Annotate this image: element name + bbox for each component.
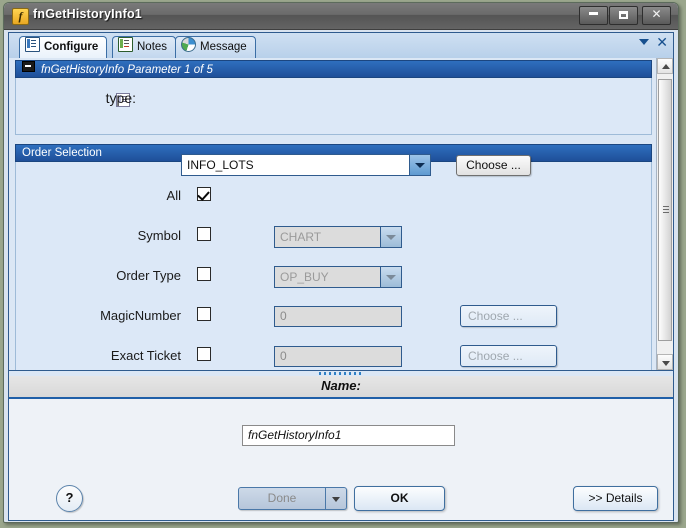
tab-notes[interactable]: Notes [112, 36, 177, 58]
scroll-up-button[interactable] [657, 58, 673, 74]
done-button[interactable]: Done [238, 487, 326, 510]
chevron-down-icon[interactable] [639, 39, 649, 45]
tab-notes-label: Notes [137, 41, 168, 53]
tab-configure-label: Configure [44, 41, 99, 53]
type-combo[interactable]: INFO_LOTS [181, 154, 431, 176]
chevron-down-icon[interactable] [380, 227, 401, 247]
name-input[interactable]: fnGetHistoryInfo1 [242, 425, 455, 446]
symbol-label: Symbol [137, 228, 181, 243]
tab-message[interactable]: Message [175, 36, 256, 58]
exact-ticket-label: Exact Ticket [110, 348, 181, 363]
magicnumber-checkbox[interactable] [197, 307, 211, 321]
parameter-group-title: fnGetHistoryInfo Parameter 1 of 5 [41, 64, 213, 76]
window-title: fnGetHistoryInfo1 [33, 7, 142, 21]
maximize-icon [619, 11, 628, 19]
done-dropdown-button[interactable] [326, 487, 347, 510]
order-type-combo[interactable]: OP_BUY [274, 266, 402, 288]
details-button[interactable]: >> Details [573, 486, 658, 511]
footer-bar: ? Done OK >> Details [9, 476, 673, 520]
close-button[interactable]: ✕ [642, 6, 671, 25]
client-area: Configure Notes Message ✕ fnGetHistoryIn… [8, 32, 674, 521]
all-checkbox[interactable] [197, 187, 211, 201]
scrollbar-thumb[interactable] [658, 79, 672, 341]
pane-content: fnGetHistoryInfo Parameter 1 of 5 type: … [11, 60, 656, 370]
tab-close-icon[interactable]: ✕ [656, 35, 668, 51]
exact-ticket-choose-button[interactable]: Choose ... [460, 345, 557, 367]
type-combo-value: INFO_LOTS [187, 158, 254, 172]
chevron-down-icon[interactable] [409, 155, 430, 175]
name-panel-header: Name: [9, 376, 673, 399]
minimize-button[interactable] [579, 6, 608, 25]
notes-icon [118, 37, 133, 52]
message-globe-icon [181, 37, 196, 52]
splitter-grip-icon [319, 372, 364, 375]
order-selection-body: All Symbol CHART Order Type OP_BUY Magic… [15, 162, 652, 370]
tab-configure[interactable]: Configure [19, 36, 108, 58]
function-f-icon: f [12, 8, 29, 25]
grip-icon [663, 206, 669, 207]
magicnumber-choose-button[interactable]: Choose ... [460, 305, 557, 327]
exact-ticket-checkbox[interactable] [197, 347, 211, 361]
close-icon: ✕ [651, 7, 662, 21]
order-type-combo-value: OP_BUY [280, 270, 329, 284]
parameter-group: fnGetHistoryInfo Parameter 1 of 5 type: [15, 60, 652, 135]
ok-button[interactable]: OK [354, 486, 445, 511]
choose-type-button[interactable]: Choose ... [456, 155, 531, 176]
symbol-combo[interactable]: CHART [274, 226, 402, 248]
scroll-down-button[interactable] [657, 354, 673, 370]
configure-pane: fnGetHistoryInfo Parameter 1 of 5 type: … [9, 58, 673, 370]
minimize-icon [589, 12, 598, 15]
order-selection-title: Order Selection [22, 147, 102, 159]
type-label: type: [105, 90, 136, 106]
collapse-minus-icon[interactable] [22, 61, 35, 72]
title-bar[interactable]: f fnGetHistoryInfo1 ✕ [4, 3, 678, 30]
order-type-label: Order Type [116, 268, 181, 283]
all-label: All [166, 188, 181, 203]
symbol-checkbox[interactable] [197, 227, 211, 241]
triangle-up-icon [662, 64, 670, 69]
magicnumber-input[interactable]: 0 [274, 306, 402, 327]
help-button[interactable]: ? [56, 485, 83, 512]
configure-list-icon [25, 37, 40, 52]
chevron-down-icon[interactable] [380, 267, 401, 287]
parameter-group-body: type: [15, 78, 652, 135]
application-window: f fnGetHistoryInfo1 ✕ Configure Notes Me… [3, 2, 679, 523]
magicnumber-label: MagicNumber [100, 308, 181, 323]
exact-ticket-input[interactable]: 0 [274, 346, 402, 367]
order-type-checkbox[interactable] [197, 267, 211, 281]
triangle-down-icon [662, 361, 670, 366]
vertical-scrollbar[interactable] [656, 58, 673, 370]
name-panel: Name: fnGetHistoryInfo1 [9, 376, 673, 476]
order-selection-group: Order Selection All Symbol CHART Order T… [15, 144, 652, 370]
tab-message-label: Message [200, 41, 247, 53]
tab-strip: Configure Notes Message ✕ [9, 33, 673, 59]
symbol-combo-value: CHART [280, 230, 322, 244]
maximize-button[interactable] [609, 6, 638, 25]
parameter-group-header[interactable]: fnGetHistoryInfo Parameter 1 of 5 [15, 60, 652, 78]
